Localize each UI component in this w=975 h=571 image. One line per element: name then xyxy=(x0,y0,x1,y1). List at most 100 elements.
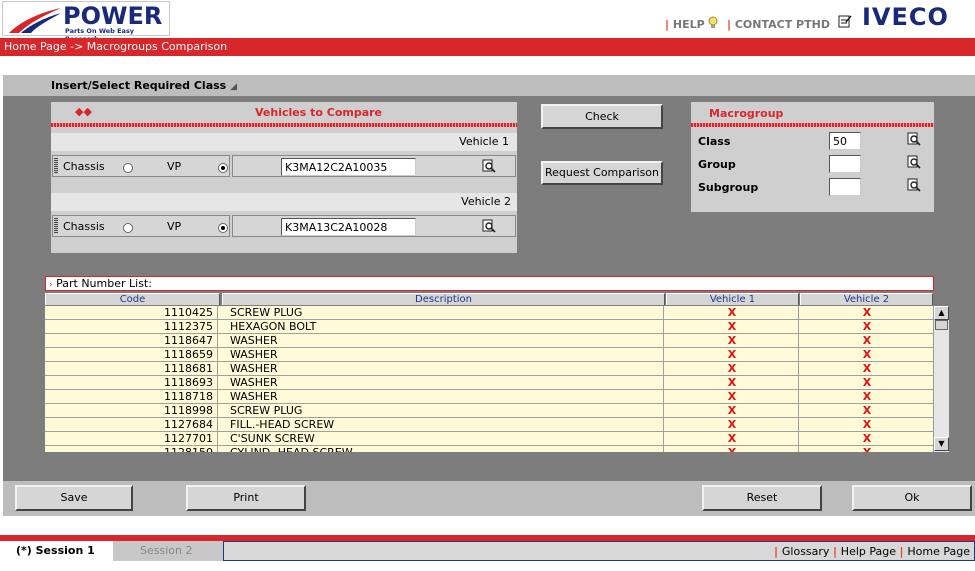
cell-vehicle1: X xyxy=(666,320,799,334)
chassis-label: Chassis xyxy=(63,160,105,173)
vehicle2-chassis-radio[interactable] xyxy=(123,223,133,233)
table-row[interactable]: 1110425 SCREW PLUG X X xyxy=(45,306,933,320)
table-row[interactable]: 1118693 WASHER X X xyxy=(45,376,933,390)
group-label: Group xyxy=(698,158,736,171)
cell-code: 1110425 xyxy=(45,306,218,320)
table-row[interactable]: 1112375 HEXAGON BOLT X X xyxy=(45,320,933,334)
glossary-link[interactable]: Glossary xyxy=(782,545,830,558)
cell-description: WASHER xyxy=(221,362,664,376)
cell-vehicle1: X xyxy=(666,446,799,452)
check-button[interactable]: Check xyxy=(541,104,663,129)
cell-vehicle1: X xyxy=(666,390,799,404)
grip-handle-icon xyxy=(54,158,58,174)
vehicle1-vp-radio[interactable] xyxy=(217,163,228,173)
part-list-header: › Part Number List: xyxy=(45,276,934,291)
part-list-title: Part Number List: xyxy=(56,277,152,290)
double-diamond-icon: ◆◆ xyxy=(75,105,92,118)
cell-description: WASHER xyxy=(221,390,664,404)
cell-code: 1112375 xyxy=(45,320,218,334)
section-header: Insert/Select Required Class ◢ xyxy=(3,75,975,96)
home-page-link[interactable]: Home Page xyxy=(907,545,970,558)
tab-session-2[interactable]: Session 2 xyxy=(113,541,223,561)
cell-vehicle1: X xyxy=(666,306,799,320)
cell-description: C'SUNK SCREW xyxy=(221,432,664,446)
group-input[interactable] xyxy=(829,155,861,173)
cell-vehicle2: X xyxy=(862,306,872,319)
contact-link[interactable]: | CONTACT PTHD xyxy=(727,18,830,31)
cell-description: WASHER xyxy=(221,334,664,348)
vehicle1-lookup-icon[interactable] xyxy=(482,159,496,173)
table-row[interactable]: 1118681 WASHER X X xyxy=(45,362,933,376)
column-header-description[interactable]: Description xyxy=(222,293,665,305)
cell-description: WASHER xyxy=(221,348,664,362)
grip-handle-icon xyxy=(54,218,58,234)
vehicle2-input-container: K3MA13C2A10028 xyxy=(232,215,516,237)
cell-code: 1118681 xyxy=(45,362,218,376)
group-lookup-icon[interactable] xyxy=(907,155,921,169)
cell-code: 1118693 xyxy=(45,376,218,390)
footer-links: | Glossary | Help Page | Home Page xyxy=(223,541,975,561)
subgroup-input[interactable] xyxy=(829,178,861,196)
reset-button[interactable]: Reset xyxy=(702,485,822,511)
vehicle2-header: Vehicle 2 xyxy=(51,193,517,211)
class-label: Class xyxy=(698,135,731,148)
vehicles-panel-header: ◆◆ Vehicles to Compare xyxy=(51,102,517,123)
table-row[interactable]: 1118659 WASHER X X xyxy=(45,348,933,362)
cell-vehicle1: X xyxy=(666,404,799,418)
table-scrollbar[interactable]: ▲ ▼ xyxy=(933,306,949,452)
class-input[interactable]: 50 xyxy=(829,132,861,150)
class-lookup-icon[interactable] xyxy=(907,132,921,146)
scroll-down-icon[interactable]: ▼ xyxy=(934,437,949,451)
cell-vehicle2: X xyxy=(862,348,872,361)
subgroup-lookup-icon[interactable] xyxy=(907,178,921,192)
lightbulb-icon xyxy=(708,16,718,28)
cell-code: 1118659 xyxy=(45,348,218,362)
vehicle1-input-container: K3MA12C2A10035 xyxy=(232,155,516,177)
table-row[interactable]: 1118647 WASHER X X xyxy=(45,334,933,348)
scroll-up-icon[interactable]: ▲ xyxy=(934,306,949,320)
vehicle2-vp-radio[interactable] xyxy=(217,223,228,233)
scroll-thumb[interactable] xyxy=(935,320,948,330)
vehicle2-input[interactable]: K3MA13C2A10028 xyxy=(281,218,416,236)
help-page-link[interactable]: Help Page xyxy=(841,545,896,558)
table-row[interactable]: 1128150CYLIND.-HEAD SCREWXX xyxy=(45,446,933,452)
cell-vehicle1: X xyxy=(666,348,799,362)
power-logo[interactable]: POWER Parts On Web Easy Research xyxy=(2,1,170,43)
help-link[interactable]: | HELP xyxy=(665,18,705,31)
part-list-table: 1110425 SCREW PLUG X X 1112375 HEXAGON BOLT X X… xyxy=(45,306,933,452)
cell-vehicle2: X xyxy=(862,334,872,347)
vp-label: VP xyxy=(167,160,182,173)
cell-vehicle2: X xyxy=(801,446,933,452)
macrogroup-title: Macrogroup xyxy=(709,107,784,120)
column-header-vehicle2[interactable]: Vehicle 2 xyxy=(800,293,933,305)
cell-code: 1118998 xyxy=(45,404,218,418)
request-comparison-button[interactable]: Request Comparison xyxy=(541,161,663,185)
table-row[interactable]: 1127701 C'SUNK SCREW X X xyxy=(45,432,933,446)
ok-button[interactable]: Ok xyxy=(852,485,972,511)
vehicle2-label: Vehicle 2 xyxy=(461,195,511,208)
cell-vehicle1: X xyxy=(666,418,799,432)
vehicles-panel: ◆◆ Vehicles to Compare Vehicle 1 Chassis… xyxy=(51,102,517,253)
tab-session-1[interactable]: (*) Session 1 xyxy=(0,541,113,561)
save-button[interactable]: Save xyxy=(15,485,133,511)
table-row[interactable]: 1118718 WASHER X X xyxy=(45,390,933,404)
vehicle1-input[interactable]: K3MA12C2A10035 xyxy=(281,158,416,176)
column-header-vehicle1[interactable]: Vehicle 1 xyxy=(666,293,799,305)
vehicle2-lookup-icon[interactable] xyxy=(482,219,496,233)
column-header-code[interactable]: Code xyxy=(45,293,220,305)
cell-code: 1118718 xyxy=(45,390,218,404)
subgroup-label: Subgroup xyxy=(698,181,759,194)
chevron-right-icon: › xyxy=(49,280,53,290)
table-row[interactable]: 1127684 FILL.-HEAD SCREW X X xyxy=(45,418,933,432)
macrogroup-panel: Macrogroup Class 50 Group Subgroup xyxy=(691,102,934,212)
cell-code: 1118647 xyxy=(45,334,218,348)
cell-code: 1127701 xyxy=(45,432,218,446)
swoosh-logo-icon xyxy=(9,8,61,33)
header: POWER Parts On Web Easy Research | HELP … xyxy=(0,0,975,43)
print-button[interactable]: Print xyxy=(186,485,306,511)
cell-vehicle2: X xyxy=(862,432,872,445)
cell-vehicle2: X xyxy=(862,390,872,403)
vehicle1-chassis-radio[interactable] xyxy=(123,163,133,173)
table-row[interactable]: 1118998 SCREW PLUG X X xyxy=(45,404,933,418)
iveco-logo: IVECO xyxy=(862,3,949,31)
